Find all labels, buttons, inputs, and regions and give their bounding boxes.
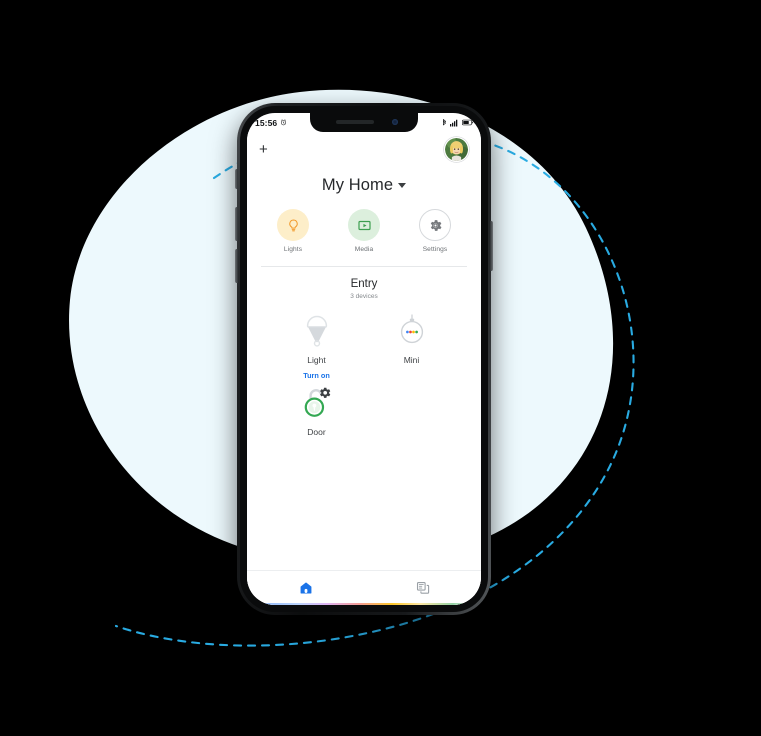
add-device-button[interactable]: +: [259, 142, 268, 157]
smart-lock-icon: [304, 387, 330, 417]
home-selector[interactable]: My Home: [247, 176, 481, 195]
google-home-mini-icon: [400, 314, 423, 344]
light-icon-wrap: [298, 312, 336, 350]
room-name: Entry: [350, 278, 378, 290]
status-bar: 15:56: [247, 113, 481, 132]
room-header: Entry 3 devices: [247, 278, 481, 300]
turn-on-link[interactable]: Turn on: [303, 371, 330, 380]
status-time: 15:56: [255, 117, 278, 128]
feed-stack-icon: [416, 581, 429, 594]
status-bar-left: 15:56: [255, 118, 287, 128]
device-tile-light[interactable]: Light Turn on: [269, 312, 364, 380]
app-top-bar: +: [247, 132, 481, 166]
bluetooth-icon: [443, 118, 447, 125]
cast-media-icon: [357, 220, 371, 230]
status-bar-right: [442, 118, 473, 127]
volume-down-button[interactable]: [235, 249, 238, 283]
device-count: 3 devices: [350, 293, 378, 300]
device-label: Mini: [403, 355, 420, 365]
cellular-signal-icon: [450, 119, 458, 126]
chevron-down-icon: [398, 183, 407, 188]
quick-action-settings[interactable]: Settings: [411, 209, 459, 253]
phone-screen: 15:56 + My Home Lights Media Settings En…: [247, 113, 481, 605]
phone-device-mockup: 15:56 + My Home Lights Media Settings En…: [235, 103, 493, 615]
google-home-app: + My Home Lights Media Settings Entry 3 …: [247, 132, 481, 605]
mute-switch-button[interactable]: [235, 169, 238, 189]
battery-icon: [462, 119, 473, 126]
media-circle: [348, 209, 380, 241]
settings-circle: [419, 209, 451, 241]
device-grid: Light Turn on Mini Door: [247, 312, 481, 456]
device-label: Light: [307, 355, 326, 365]
pendant-lamp-icon: [306, 315, 327, 347]
quick-action-media[interactable]: Media: [340, 209, 388, 253]
quick-action-label: Settings: [422, 246, 448, 253]
quick-action-label: Media: [354, 246, 374, 253]
device-tile-mini[interactable]: Mini: [364, 312, 459, 380]
nav-item-home[interactable]: [247, 581, 364, 595]
nav-item-feed[interactable]: [364, 581, 481, 595]
device-tile-door[interactable]: Door: [269, 384, 364, 452]
user-avatar-image: [445, 137, 468, 161]
bottom-navigation: [247, 570, 481, 605]
gear-badge-icon: [319, 387, 330, 398]
gear-icon: [430, 219, 441, 231]
page-title: My Home: [321, 176, 394, 194]
quick-action-lights[interactable]: Lights: [269, 209, 317, 253]
lights-circle: [277, 209, 309, 241]
quick-actions-row: Lights Media Settings: [247, 209, 481, 253]
power-button[interactable]: [490, 221, 493, 271]
quick-action-label: Lights: [283, 246, 303, 253]
door-icon-wrap: [298, 384, 336, 422]
mini-icon-wrap: [393, 312, 431, 350]
device-label: Door: [307, 427, 326, 437]
rainbow-accent-bar: [247, 603, 481, 605]
section-divider: [261, 266, 467, 267]
home-icon: [300, 582, 311, 594]
lightbulb-icon: [288, 218, 298, 231]
volume-up-button[interactable]: [235, 207, 238, 241]
avatar[interactable]: [444, 136, 469, 162]
alarm-clock-icon: [281, 119, 287, 126]
